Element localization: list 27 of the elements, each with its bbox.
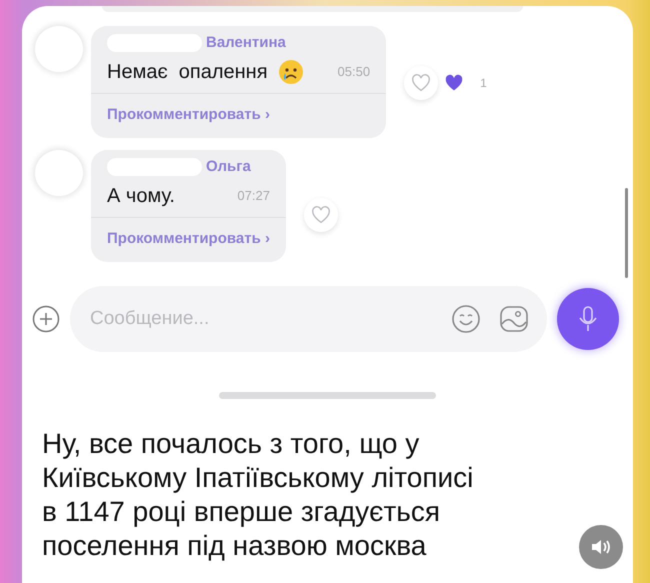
author-name: Валентина <box>206 33 286 53</box>
comment-link[interactable]: Прокомментировать › <box>91 94 386 138</box>
author-name: Ольга <box>206 157 251 177</box>
caption-line: Ну, все почалось з того, що у <box>42 427 420 461</box>
like-button[interactable] <box>304 198 338 232</box>
like-button[interactable] <box>404 66 438 100</box>
message-time: 07:27 <box>236 186 270 205</box>
caption-line: в 1147 році вперше згадується <box>42 495 440 529</box>
reaction-count: 1 <box>480 75 487 92</box>
composer-field[interactable]: Сообщение... <box>70 286 547 352</box>
comment-link[interactable]: Прокомментировать › <box>91 218 286 262</box>
heart-icon <box>411 74 432 92</box>
speaker-icon <box>590 537 612 557</box>
heart-icon <box>310 206 331 224</box>
microphone-icon <box>578 305 598 333</box>
microphone-button[interactable] <box>557 288 619 350</box>
message-text: А чому. <box>107 184 175 208</box>
message-time: 05:50 <box>336 62 370 81</box>
caption-line: поселення під назвою москва <box>42 529 426 563</box>
add-icon[interactable] <box>32 305 60 333</box>
message-field[interactable]: Сообщение... <box>88 304 433 334</box>
message-text: Немає опалення <box>107 60 268 84</box>
sound-button[interactable] <box>579 525 623 569</box>
heart-icon <box>444 74 464 92</box>
caption-line: Київському Іпатіївському літописі <box>42 461 474 495</box>
smile-icon[interactable] <box>451 304 481 334</box>
image-icon[interactable] <box>499 304 529 334</box>
